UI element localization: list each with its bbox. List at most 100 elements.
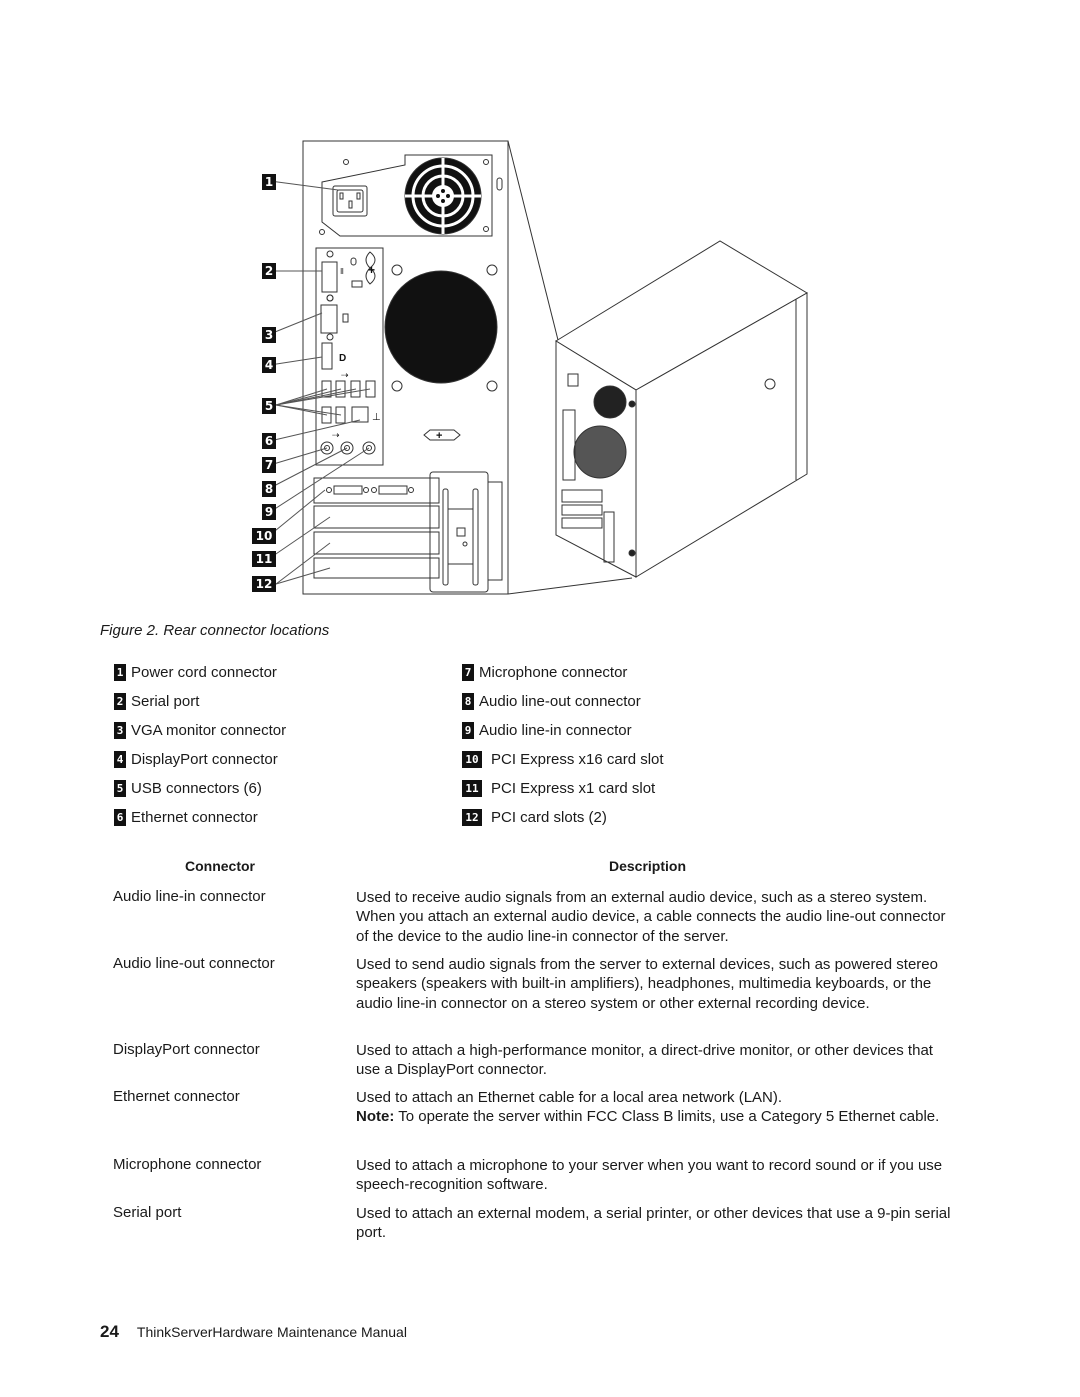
svg-text:4: 4 [265, 358, 273, 372]
audio-jacks-graphic [320, 441, 376, 455]
description-cell: Used to attach an Ethernet cable for a l… [356, 1088, 956, 1127]
legend-badge: 8 [462, 693, 474, 710]
legend-label: PCI card slots (2) [491, 809, 607, 826]
svg-text:⇢: ⇢ [341, 370, 349, 380]
callout-10: 10 [252, 528, 276, 544]
legend-item-6: 6 Ethernet connector [114, 809, 258, 826]
connector-cell: Audio line-in connector [113, 888, 266, 905]
rear-connector-figure: Ⅱ + D ⇢ ⊥ ⇢ + 1 2 3 4 5 6 7 8 9 10 11 12 [252, 140, 808, 595]
legend-item-5: 5 USB connectors (6) [114, 780, 262, 797]
psu-fan [404, 157, 482, 235]
callout-2: 2 [262, 263, 276, 279]
connector-cell: Audio line-out connector [113, 955, 275, 972]
legend-label: Ethernet connector [131, 809, 258, 826]
description-cell: Used to send audio signals from the serv… [356, 956, 938, 1012]
legend-label: Power cord connector [131, 664, 277, 681]
note-text: Note: To operate the server within FCC C… [356, 1107, 956, 1126]
callout-6: 6 [262, 433, 276, 449]
system-fan-grille[interactable] [384, 264, 498, 392]
card-retention-bracket [429, 471, 503, 593]
legend-item-10: 10 PCI Express x16 card slot [462, 751, 664, 768]
legend-item-2: 2 Serial port [114, 693, 199, 710]
description-cell: Used to attach a microphone to your serv… [356, 1157, 943, 1194]
legend-badge: 9 [462, 722, 474, 739]
legend-badge: 10 [462, 751, 482, 768]
legend-item-3: 3 VGA monitor connector [114, 722, 286, 739]
callout-8: 8 [262, 481, 276, 497]
connector-cell: Ethernet connector [113, 1088, 240, 1105]
column-header-connector: Connector [185, 858, 255, 874]
usb-ports-graphic: ⇢ ⊥ ⇢ [321, 370, 381, 440]
callout-9: 9 [262, 504, 276, 520]
legend-label: Audio line-in connector [479, 722, 632, 739]
svg-text:3: 3 [265, 328, 273, 342]
legend-label: VGA monitor connector [131, 722, 287, 739]
legend-label: USB connectors (6) [131, 780, 262, 797]
zoom-line [507, 577, 633, 595]
callout-11: 11 [252, 551, 276, 567]
legend-badge: 7 [462, 664, 474, 681]
callout-leaders [269, 180, 371, 585]
power-cord-connector [332, 185, 368, 217]
legend-label: Microphone connector [479, 664, 628, 681]
legend-item-4: 4 DisplayPort connector [114, 751, 278, 768]
legend-label: DisplayPort connector [131, 751, 278, 768]
svg-text:+: + [368, 263, 375, 277]
legend-badge: 4 [114, 751, 126, 768]
callout-badges: 1 2 3 4 5 6 7 8 9 10 11 12 [252, 174, 276, 592]
displayport-graphic: D [321, 342, 346, 370]
legend-label: PCI Express x1 card slot [491, 780, 656, 797]
note-body: To operate the server within FCC Class B… [394, 1108, 940, 1126]
description-cell: Used to receive audio signals from an ex… [356, 889, 946, 945]
figure-caption: Figure 2. Rear connector locations [100, 622, 330, 639]
svg-text:10: 10 [256, 529, 273, 543]
legend-badge: 3 [114, 722, 126, 739]
legend-item-9: 9 Audio line-in connector [462, 722, 632, 739]
svg-text:11: 11 [256, 552, 273, 566]
legend-item-7: 7 Microphone connector [462, 664, 627, 681]
legend-badge: 5 [114, 780, 126, 797]
expansion-slots [313, 477, 440, 579]
svg-text:6: 6 [265, 434, 273, 448]
svg-text:Ⅱ: Ⅱ [340, 267, 344, 276]
legend-badge: 2 [114, 693, 126, 710]
svg-text:8: 8 [265, 482, 273, 496]
note-label: Note: [356, 1108, 395, 1126]
page-footer: 24 ThinkServerHardware Maintenance Manual [100, 1322, 407, 1342]
legend-badge: 11 [462, 780, 482, 797]
legend-item-8: 8 Audio line-out connector [462, 693, 641, 710]
svg-text:1: 1 [265, 175, 273, 189]
serial-port-graphic: Ⅱ + [321, 250, 376, 302]
svg-text:9: 9 [265, 505, 273, 519]
svg-text:D: D [339, 353, 346, 364]
isometric-tower [555, 240, 808, 578]
legend-label: PCI Express x16 card slot [491, 751, 664, 768]
legend-item-1: 1 Power cord connector [114, 664, 277, 681]
page-number: 24 [100, 1322, 119, 1341]
legend-label: Serial port [131, 693, 200, 710]
legend-badge: 6 [114, 809, 126, 826]
svg-text:+: + [436, 430, 442, 442]
description-cell: Used to attach a high-performance monito… [356, 1042, 933, 1079]
manual-title: ThinkServerHardware Maintenance Manual [136, 1324, 407, 1340]
callout-12: 12 [252, 576, 276, 592]
svg-text:2: 2 [265, 264, 273, 278]
connector-cell: Serial port [113, 1204, 182, 1221]
callout-4: 4 [262, 357, 276, 373]
legend-label: Audio line-out connector [479, 693, 641, 710]
callout-3: 3 [262, 327, 276, 343]
svg-text:7: 7 [265, 458, 273, 472]
connector-cell: DisplayPort connector [113, 1041, 260, 1058]
callout-7: 7 [262, 457, 276, 473]
svg-text:12: 12 [256, 577, 273, 591]
column-header-description: Description [609, 858, 687, 874]
callout-5: 5 [262, 398, 276, 414]
svg-text:⊥: ⊥ [372, 412, 381, 423]
legend-item-12: 12 PCI card slots (2) [462, 809, 607, 826]
callout-1: 1 [262, 174, 276, 190]
svg-text:⇢: ⇢ [332, 430, 340, 440]
vga-connector-graphic [320, 294, 349, 341]
zoom-line [507, 140, 559, 341]
connector-cell: Microphone connector [113, 1156, 262, 1173]
description-text: Used to attach an Ethernet cable for a l… [356, 1089, 783, 1106]
